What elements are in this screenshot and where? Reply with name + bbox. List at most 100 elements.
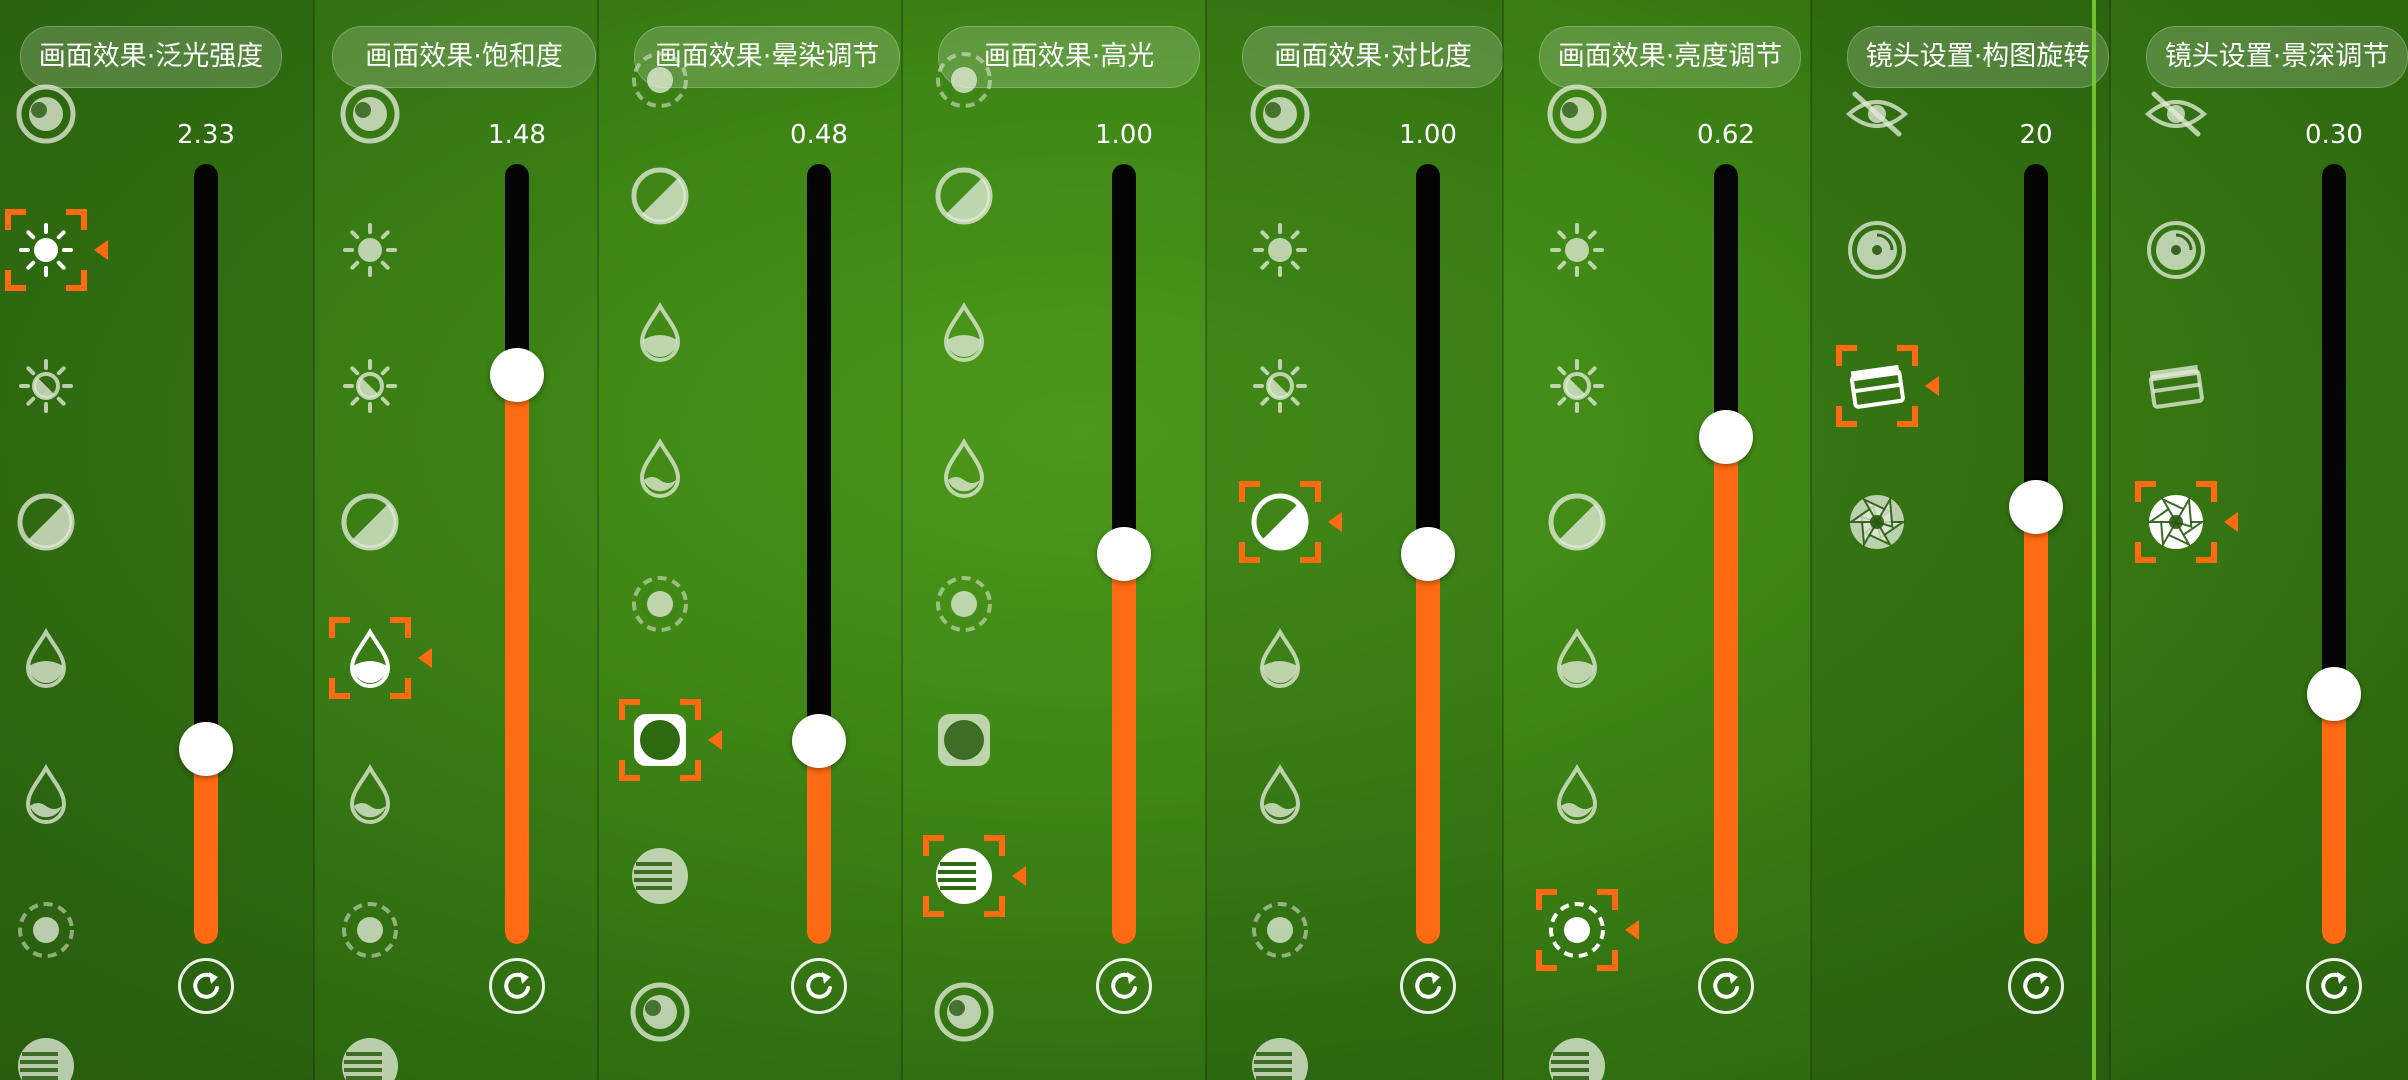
contrast-icon[interactable]: [622, 158, 698, 234]
stripes-icon[interactable]: [1539, 1028, 1615, 1080]
lens-icon[interactable]: [1539, 76, 1615, 152]
selection-frame: [4, 208, 108, 292]
disc-icon[interactable]: [1839, 212, 1915, 288]
slider-knob[interactable]: [490, 347, 544, 402]
sun-dashed-icon[interactable]: [622, 566, 698, 642]
slider-knob[interactable]: [792, 714, 846, 769]
reset-icon: [1099, 961, 1149, 1011]
reset-icon: [794, 961, 844, 1011]
slider-value-label: 0.48: [790, 120, 848, 150]
aperture-icon[interactable]: [1839, 484, 1915, 560]
slider-track[interactable]: [2024, 164, 2048, 944]
reset-button[interactable]: [178, 958, 234, 1014]
stripes-icon[interactable]: [8, 1028, 84, 1080]
adjust-panel-4: 画面效果·对比度 1.00: [1206, 0, 1503, 1080]
stripes-icon[interactable]: [332, 1028, 408, 1080]
sun-dashed-icon[interactable]: [926, 42, 1002, 118]
sun-full-icon[interactable]: [1242, 212, 1318, 288]
sun-dashed-icon[interactable]: [926, 566, 1002, 642]
disc-icon[interactable]: [2138, 212, 2214, 288]
adjust-panel-2: 画面效果·晕染调节 0.48: [598, 0, 902, 1080]
reset-button[interactable]: [489, 958, 545, 1014]
reset-icon: [1403, 961, 1453, 1011]
slider-knob[interactable]: [1699, 410, 1753, 464]
selection-frame: [1835, 344, 1939, 428]
reset-icon: [492, 961, 542, 1011]
panel-separator: [1502, 0, 1504, 1080]
contrast-icon[interactable]: [1539, 484, 1615, 560]
drop-wave-icon[interactable]: [926, 430, 1002, 506]
lens-icon[interactable]: [622, 974, 698, 1050]
slider-track[interactable]: [505, 164, 529, 944]
panel-separator: [2109, 0, 2111, 1080]
slider-track[interactable]: [807, 164, 831, 944]
selection-frame: [328, 616, 432, 700]
drop-half-icon[interactable]: [1242, 620, 1318, 696]
panel-separator: [1810, 0, 1812, 1080]
drop-wave-icon[interactable]: [8, 756, 84, 832]
clapper-icon[interactable]: [2138, 348, 2214, 424]
contrast-icon[interactable]: [926, 158, 1002, 234]
panel-separator: [597, 0, 599, 1080]
slider-track[interactable]: [1714, 164, 1738, 944]
lens-icon[interactable]: [1242, 76, 1318, 152]
slider-fill: [1112, 554, 1136, 944]
lens-icon[interactable]: [926, 974, 1002, 1050]
lens-icon[interactable]: [8, 76, 84, 152]
stripes-icon[interactable]: [622, 838, 698, 914]
slider-value-label: 2.33: [177, 120, 235, 150]
contrast-icon[interactable]: [8, 484, 84, 560]
slider-knob[interactable]: [179, 722, 233, 776]
drop-half-icon[interactable]: [926, 294, 1002, 370]
contrast-icon[interactable]: [332, 484, 408, 560]
sun-dashed-icon[interactable]: [8, 892, 84, 968]
sun-full-icon[interactable]: [1539, 212, 1615, 288]
reset-button[interactable]: [1096, 958, 1152, 1014]
drop-wave-icon[interactable]: [1242, 756, 1318, 832]
eye-off-icon[interactable]: [2138, 76, 2214, 152]
stripes-icon[interactable]: [1242, 1028, 1318, 1080]
vignette-icon[interactable]: [926, 702, 1002, 778]
reset-icon: [181, 961, 231, 1011]
slider-fill: [2024, 507, 2048, 944]
adjust-panel-7: 镜头设置·景深调节 0.30: [2110, 0, 2408, 1080]
sun-half-icon[interactable]: [332, 348, 408, 424]
adjust-panel-0: 画面效果·泛光强度 2.33: [0, 0, 314, 1080]
slider-track[interactable]: [194, 164, 218, 944]
sun-dashed-icon[interactable]: [1242, 892, 1318, 968]
lens-icon[interactable]: [332, 76, 408, 152]
reset-icon: [2011, 961, 2061, 1011]
reset-button[interactable]: [2306, 958, 2362, 1014]
sun-half-icon[interactable]: [1242, 348, 1318, 424]
slider-knob[interactable]: [2307, 667, 2361, 722]
sun-dashed-icon[interactable]: [332, 892, 408, 968]
slider-value-label: 1.00: [1399, 120, 1457, 150]
drop-half-icon[interactable]: [622, 294, 698, 370]
selection-frame: [2134, 480, 2238, 564]
panel-separator: [1205, 0, 1207, 1080]
drop-wave-icon[interactable]: [332, 756, 408, 832]
sun-full-icon[interactable]: [332, 212, 408, 288]
reset-button[interactable]: [1698, 958, 1754, 1014]
panel-separator: [901, 0, 903, 1080]
slider-value-label: 1.48: [488, 120, 546, 150]
drop-half-icon[interactable]: [1539, 620, 1615, 696]
slider-knob[interactable]: [2009, 480, 2063, 535]
drop-wave-icon[interactable]: [622, 430, 698, 506]
sun-half-icon[interactable]: [8, 348, 84, 424]
reset-button[interactable]: [791, 958, 847, 1014]
drop-half-icon[interactable]: [8, 620, 84, 696]
eye-off-icon[interactable]: [1839, 76, 1915, 152]
slider-fill: [2322, 694, 2346, 944]
slider-track[interactable]: [2322, 164, 2346, 944]
slider-fill: [194, 749, 218, 944]
slider-value-label: 0.62: [1697, 120, 1755, 150]
sun-half-icon[interactable]: [1539, 348, 1615, 424]
sun-dashed-icon[interactable]: [622, 42, 698, 118]
slider-knob[interactable]: [1401, 527, 1455, 581]
reset-button[interactable]: [1400, 958, 1456, 1014]
adjust-panel-5: 画面效果·亮度调节 0.62: [1503, 0, 1811, 1080]
slider-knob[interactable]: [1097, 527, 1151, 581]
drop-wave-icon[interactable]: [1539, 756, 1615, 832]
reset-button[interactable]: [2008, 958, 2064, 1014]
